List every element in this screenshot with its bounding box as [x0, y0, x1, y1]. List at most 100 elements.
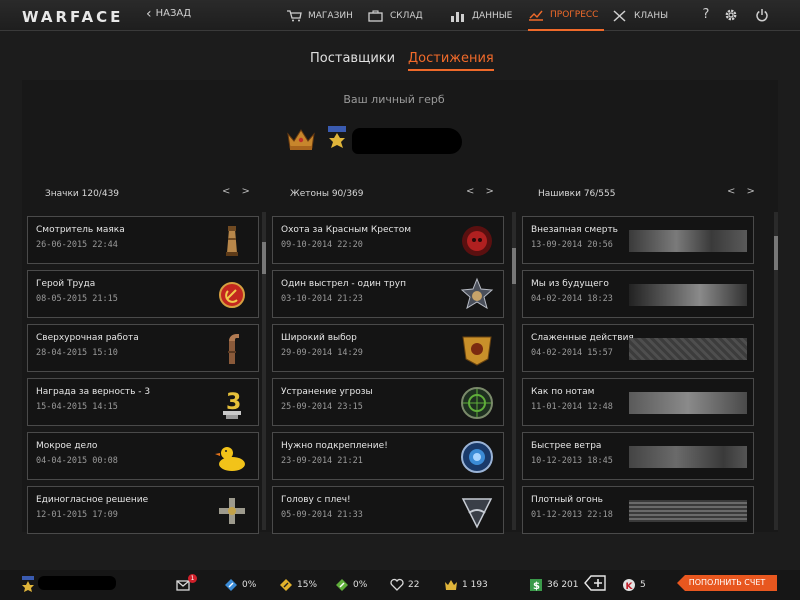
back-label: НАЗАД [155, 8, 192, 19]
nav-data[interactable]: ДАННЫЕ [450, 0, 512, 31]
crossed-swords-icon [613, 9, 626, 22]
redacted-emblem [352, 128, 462, 154]
scrollbar-thumb[interactable] [262, 242, 266, 274]
xp-boost: 0% [224, 578, 256, 592]
column-header-tokens: Жетоны 90/369 [290, 189, 364, 199]
crowns-value: 1 193 [462, 580, 488, 590]
emblem-title: Ваш личный герб [343, 93, 445, 106]
gold-crest-token-icon [462, 336, 492, 366]
tokens-pager-arrows[interactable]: < > [466, 186, 498, 197]
achievement-card[interactable]: Мокрое дело 04-04-2015 00:08 [27, 432, 259, 480]
stripe-image-icon [629, 230, 747, 252]
achievement-title: Голову с плеч! [281, 495, 351, 505]
achievement-card[interactable]: Слаженные действия 04-02-2014 15:57 [522, 324, 754, 372]
achievement-date: 11-01-2014 12:48 [531, 402, 613, 412]
achievement-date: 04-04-2015 00:08 [36, 456, 118, 466]
warbucks-value: 36 201 [547, 580, 579, 590]
achievement-card[interactable]: Мы из будущего 04-02-2014 18:23 [522, 270, 754, 318]
achievement-title: Мокрое дело [36, 441, 98, 451]
achievement-card[interactable]: Смотритель маяка 26-06-2015 22:44 [27, 216, 259, 264]
tab-suppliers[interactable]: Поставщики [310, 51, 395, 66]
lighthouse-icon [226, 226, 238, 256]
top-navigation-bar: WARFACE ‹ НАЗАД МАГАЗИН СКЛАД ДАННЫЕ ПРО… [0, 0, 800, 31]
pipe-icon [228, 334, 239, 364]
achievement-card[interactable]: Охота за Красным Крестом 09-10-2014 22:2… [272, 216, 504, 264]
crown-icon [445, 580, 457, 590]
achievement-card[interactable]: Герой Труда 08-05-2015 21:15 [27, 270, 259, 318]
achievement-card[interactable]: Широкий выбор 29-09-2014 14:29 [272, 324, 504, 372]
gear-icon[interactable] [724, 8, 738, 22]
nav-clans[interactable]: КЛАНЫ [612, 0, 668, 31]
stripe-image-icon [629, 500, 747, 522]
achievement-title: Единогласное решение [36, 495, 149, 505]
stripes-pager-arrows[interactable]: < > [727, 186, 759, 197]
help-icon[interactable]: ? [699, 8, 713, 22]
achievement-date: 26-06-2015 22:44 [36, 240, 118, 250]
column-header-badges: Значки 120/439 [45, 189, 120, 199]
redacted-player-name [38, 576, 116, 590]
stripe-image-icon [629, 446, 747, 468]
warbucks-boost: 15% [279, 578, 317, 592]
warface-logo: WARFACE [22, 8, 124, 26]
achievement-date: 23-09-2014 21:21 [281, 456, 363, 466]
tokens-scrollbar[interactable] [512, 212, 516, 530]
tab-achievements[interactable]: Достижения [408, 51, 494, 71]
achievement-card[interactable]: Плотный огонь 01-12-2013 22:18 [522, 486, 754, 534]
briefcase-icon [368, 9, 383, 22]
yellow-boost-icon [280, 579, 292, 591]
achievement-title: Внезапная смерть [531, 225, 618, 235]
bar-chart-icon [451, 11, 464, 22]
achievement-date: 04-02-2014 18:23 [531, 294, 613, 304]
achievement-date: 28-04-2015 15:10 [36, 348, 118, 358]
achievement-title: Плотный огонь [531, 495, 603, 505]
nav-warehouse-label: СКЛАД [390, 10, 423, 21]
achievement-card[interactable]: Единогласное решение 12-01-2015 17:09 [27, 486, 259, 534]
svg-text:$: $ [533, 581, 540, 592]
achievement-card[interactable]: Как по нотам 11-01-2014 12:48 [522, 378, 754, 426]
achievement-title: Устранение угрозы [281, 387, 373, 397]
achievement-title: Охота за Красным Крестом [281, 225, 412, 235]
power-icon[interactable] [755, 8, 769, 22]
achievement-title: Быстрее ветра [531, 441, 602, 451]
achievement-title: Нужно подкрепление! [281, 441, 388, 451]
achievement-card[interactable]: Сверхурочная работа 28-04-2015 15:10 [27, 324, 259, 372]
heart-shield-icon [390, 578, 404, 591]
back-button[interactable]: ‹ НАЗАД [146, 7, 192, 21]
rubber-duck-icon [215, 447, 245, 471]
achievement-date: 10-12-2013 18:45 [531, 456, 613, 466]
nav-warehouse[interactable]: СКЛАД [368, 0, 423, 31]
achievement-title: Мы из будущего [531, 279, 609, 289]
vp-boost-value: 0% [353, 580, 368, 590]
nav-progress[interactable]: ПРОГРЕСС [528, 0, 604, 31]
achievement-date: 15-04-2015 14:15 [36, 402, 118, 412]
badges-scrollbar[interactable] [262, 212, 266, 530]
crowns-counter: 1 193 [444, 578, 488, 592]
achievement-title: Как по нотам [531, 387, 595, 397]
scrollbar-thumb[interactable] [512, 248, 516, 284]
stripe-image-icon [629, 392, 747, 414]
achievement-card[interactable]: Быстрее ветра 10-12-2013 18:45 [522, 432, 754, 480]
hammer-sickle-medal-icon [219, 282, 245, 308]
achievement-card[interactable]: Устранение угрозы 25-09-2014 23:15 [272, 378, 504, 426]
achievement-date: 25-09-2014 23:15 [281, 402, 363, 412]
crown-emblem-icon [287, 129, 315, 150]
achievement-card[interactable]: Один выстрел - один труп 03-10-2014 21:2… [272, 270, 504, 318]
rank-badge-icon [22, 576, 34, 592]
nav-shop[interactable]: МАГАЗИН [286, 0, 353, 31]
top-up-balance-button[interactable]: ПОПОЛНИТЬ СЧЕТ [677, 575, 777, 591]
cross-medal-icon [219, 498, 245, 524]
stripes-scrollbar[interactable] [774, 212, 778, 530]
hearts-value: 22 [408, 580, 420, 590]
achievement-date: 09-10-2014 22:20 [281, 240, 363, 250]
cart-icon [287, 9, 302, 21]
scrollbar-thumb[interactable] [774, 236, 778, 270]
add-funds-icon[interactable] [584, 575, 606, 591]
badges-pager-arrows[interactable]: < > [222, 186, 254, 197]
achievement-title: Герой Труда [36, 279, 96, 289]
warbucks-boost-value: 15% [297, 580, 318, 590]
achievement-card[interactable]: Голову с плеч! 05-09-2014 21:33 [272, 486, 504, 534]
achievement-card[interactable]: Внезапная смерть 13-09-2014 20:56 [522, 216, 754, 264]
achievement-card[interactable]: Награда за верность - 3 15-04-2015 14:15… [27, 378, 259, 426]
achievement-card[interactable]: Нужно подкрепление! 23-09-2014 21:21 [272, 432, 504, 480]
nav-progress-label: ПРОГРЕСС [550, 9, 599, 20]
